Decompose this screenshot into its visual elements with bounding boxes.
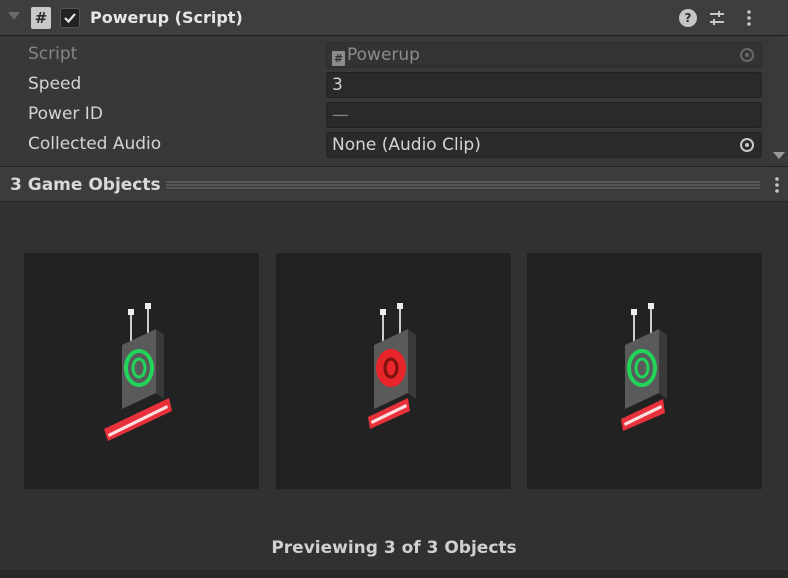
preview-title: 3 Game Objects: [10, 175, 161, 195]
powerup-model-image: [621, 303, 667, 431]
script-icon: #: [31, 7, 51, 29]
bottom-bar: [0, 570, 788, 578]
component-header[interactable]: # Powerup (Script) ?: [0, 0, 788, 36]
powerup-model-image: [368, 303, 416, 429]
inspector-scrollbar[interactable]: [770, 36, 788, 164]
property-label: Speed: [28, 74, 82, 94]
collected-audio-value: None (Audio Clip): [332, 135, 481, 155]
scroll-down-arrow-icon[interactable]: [773, 152, 785, 159]
property-row-power-id: Power ID —: [0, 99, 770, 129]
property-label: Script: [28, 44, 78, 64]
preview-thumbnail[interactable]: [527, 253, 762, 489]
object-picker-icon[interactable]: [740, 138, 754, 152]
enabled-checkbox[interactable]: [60, 8, 80, 28]
preview-area: Previewing 3 of 3 Objects: [0, 202, 788, 570]
script-field: # Powerup: [326, 42, 762, 68]
foldout-arrow-icon[interactable]: [8, 12, 20, 20]
property-row-collected-audio: Collected Audio None (Audio Clip): [0, 129, 770, 159]
checkmark-icon: [64, 13, 76, 24]
kebab-menu-icon[interactable]: [740, 9, 758, 27]
preset-icon[interactable]: [708, 9, 726, 27]
property-label: Collected Audio: [28, 134, 162, 154]
property-label: Power ID: [28, 104, 103, 124]
preview-thumbnail[interactable]: [276, 253, 511, 489]
component-title: Powerup (Script): [90, 8, 243, 27]
property-row-script: Script # Powerup: [0, 39, 770, 69]
object-picker-icon: [740, 48, 754, 62]
power-id-field[interactable]: —: [326, 102, 762, 128]
property-row-speed: Speed 3: [0, 69, 770, 99]
powerup-model-image: [104, 303, 172, 441]
preview-status-text: Previewing 3 of 3 Objects: [271, 538, 517, 558]
drag-handle[interactable]: [166, 181, 760, 189]
help-icon[interactable]: ?: [679, 9, 697, 27]
script-icon: #: [332, 51, 345, 66]
preview-kebab-menu-icon[interactable]: [768, 176, 786, 198]
preview-thumbnail[interactable]: [24, 253, 259, 489]
speed-field[interactable]: 3: [326, 72, 762, 98]
collected-audio-field[interactable]: None (Audio Clip): [326, 132, 762, 158]
preview-header[interactable]: 3 Game Objects: [0, 166, 788, 202]
script-field-value: Powerup: [347, 45, 420, 65]
